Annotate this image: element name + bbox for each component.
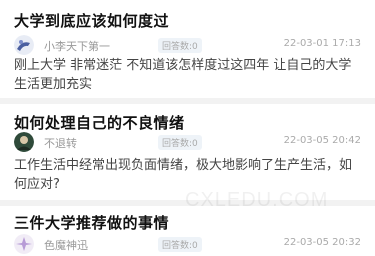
post-content[interactable]: 工作生活中经常出现负面情绪，极大地影响了生产生活，如何应对? (14, 156, 362, 194)
answer-count-badge: 回答数:0 (158, 38, 202, 53)
post-title[interactable]: 大学到底应该如何度过 (14, 10, 169, 31)
post-title[interactable]: 三件大学推荐做的事情 (14, 212, 169, 233)
post-card[interactable]: 大学到底应该如何度过 小李天下第一 回答数:0 22-03-01 17:13 刚… (0, 0, 375, 96)
post-meta: 小李天下第一 回答数:0 22-03-01 17:13 (0, 35, 375, 57)
post-content[interactable]: 刚上大学 非常迷茫 不知道该怎样度过这四年 让自己的大学生活更加充实 (14, 56, 362, 94)
author-name[interactable]: 小李天下第一 (44, 38, 110, 54)
author-name[interactable]: 不退转 (44, 135, 77, 151)
post-card[interactable]: 三件大学推荐做的事情 色魔神迅 回答数:0 22-03-05 20:32 (0, 206, 375, 254)
answer-count-badge: 回答数:0 (158, 237, 202, 252)
avatar[interactable] (14, 132, 34, 152)
post-time: 22-03-05 20:42 (283, 135, 361, 146)
avatar[interactable] (14, 234, 34, 254)
post-time: 22-03-05 20:32 (283, 237, 361, 248)
post-meta: 不退转 回答数:0 22-03-05 20:42 (0, 132, 375, 154)
post-meta: 色魔神迅 回答数:0 22-03-05 20:32 (0, 234, 375, 256)
avatar[interactable] (14, 35, 34, 55)
post-title[interactable]: 如何处理自己的不良情绪 (14, 112, 185, 133)
post-time: 22-03-01 17:13 (283, 38, 361, 49)
author-name[interactable]: 色魔神迅 (44, 237, 88, 253)
post-card[interactable]: 如何处理自己的不良情绪 不退转 回答数:0 22-03-05 20:42 工作生… (0, 104, 375, 198)
answer-count-badge: 回答数:0 (158, 135, 202, 150)
